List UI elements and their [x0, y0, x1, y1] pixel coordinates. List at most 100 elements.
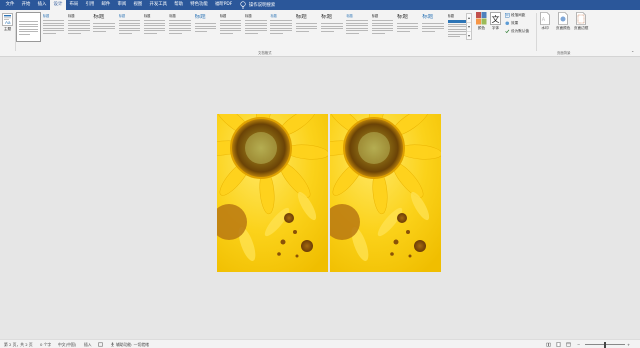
document-style-thumb[interactable]: 标题	[345, 12, 370, 42]
read-mode-icon[interactable]	[546, 342, 551, 347]
gallery-down-icon[interactable]: ▾	[467, 23, 471, 32]
tab-0[interactable]: 文件	[2, 0, 18, 10]
macro-record-icon[interactable]	[98, 342, 103, 347]
svg-text:Aa: Aa	[5, 20, 11, 25]
svg-text:文: 文	[492, 14, 500, 24]
fonts-button[interactable]: 文 字体	[490, 12, 501, 31]
style-thumb-preview	[245, 20, 267, 34]
page-borders-button[interactable]: 页面边框	[574, 12, 588, 31]
document-page-1[interactable]	[217, 114, 328, 272]
document-style-thumb[interactable]: 标题	[269, 12, 294, 42]
effects-button[interactable]: 效果	[505, 21, 518, 26]
document-style-thumb[interactable]: 标题	[142, 12, 167, 42]
document-style-thumb[interactable]: 标题	[244, 12, 269, 42]
separator	[536, 13, 537, 51]
style-thumb-title: 标题	[68, 14, 75, 18]
tab-7[interactable]: 审阅	[114, 0, 130, 10]
document-style-thumb[interactable]: 标题	[421, 12, 446, 42]
page-color-icon	[558, 12, 568, 25]
style-thumb-preview	[42, 20, 65, 34]
sunflower-image	[217, 114, 328, 272]
style-thumb-title: 标题	[93, 14, 105, 20]
document-style-thumb[interactable]: 标题	[41, 12, 66, 42]
style-thumb-preview	[68, 20, 90, 34]
tab-12[interactable]: 福昕PDF	[211, 0, 236, 10]
document-style-thumb[interactable]: 标题	[294, 12, 319, 42]
tab-5[interactable]: 引用	[82, 0, 98, 10]
tell-me-text: 操作说明搜索	[248, 3, 276, 8]
style-thumb-preview	[396, 23, 419, 32]
document-style-thumb[interactable]: 标题	[370, 12, 395, 42]
document-style-thumb[interactable]: 标题	[320, 12, 345, 42]
style-thumb-title: 标题	[245, 14, 252, 18]
style-thumb-title: 标题	[422, 14, 434, 20]
style-thumb-title: 标题	[321, 14, 333, 20]
watermark-icon: A	[540, 12, 550, 25]
style-thumb-title: 标题	[396, 14, 408, 20]
document-style-thumb[interactable]: 标题	[117, 12, 142, 42]
tab-4[interactable]: 布局	[66, 0, 82, 10]
tab-10[interactable]: 帮助	[171, 0, 187, 10]
document-style-thumb[interactable]: 标题	[168, 12, 193, 42]
gallery-scroll[interactable]: ▴ ▾ ▾	[466, 13, 472, 40]
set-default-label: 设为默认值	[511, 29, 529, 33]
style-thumb-title: 标题	[118, 14, 126, 18]
tab-11[interactable]: 特色功能	[187, 0, 212, 10]
paragraph-spacing-icon	[505, 13, 510, 18]
style-thumb-preview	[371, 20, 394, 34]
themes-button[interactable]: Aa 主题	[2, 13, 13, 32]
document-style-thumb[interactable]	[16, 12, 41, 42]
print-layout-icon[interactable]	[556, 342, 561, 347]
style-thumb-title: 标题	[270, 14, 277, 18]
style-thumb-preview	[422, 23, 444, 32]
document-style-thumb[interactable]: 标题	[218, 12, 243, 42]
collapse-ribbon-icon[interactable]: ⌃	[631, 50, 634, 55]
document-style-thumb[interactable]: 标题	[395, 12, 420, 42]
tell-me-search[interactable]: 操作说明搜索	[240, 1, 275, 9]
fonts-icon: 文	[490, 12, 501, 25]
tab-6[interactable]: 邮件	[98, 0, 114, 10]
watermark-button[interactable]: A 水印	[540, 12, 550, 31]
style-thumb-title: 标题	[42, 14, 50, 18]
page-borders-label: 页面边框	[574, 26, 589, 30]
page-count[interactable]: 第 2 页，共 2 页	[4, 342, 33, 348]
tab-3[interactable]: 设计	[49, 0, 66, 10]
tab-1[interactable]: 开始	[18, 0, 34, 10]
document-page-2[interactable]	[330, 114, 441, 272]
checkmark-icon	[505, 29, 510, 34]
document-style-thumb[interactable]: 标题	[67, 12, 92, 42]
page-bg-group-label: 页面背景	[557, 51, 571, 55]
word-count[interactable]: 0 个字	[40, 342, 51, 348]
tab-2[interactable]: 插入	[34, 0, 50, 10]
web-layout-icon[interactable]	[566, 342, 571, 347]
page-color-label: 页面颜色	[556, 26, 571, 30]
style-thumb-title	[19, 15, 39, 19]
zoom-out-icon[interactable]: −	[577, 342, 580, 347]
zoom-in-icon[interactable]: +	[627, 342, 630, 347]
effects-icon	[505, 21, 510, 26]
accessibility-status[interactable]: 辅助功能: 一切就绪	[116, 342, 149, 348]
document-style-thumb[interactable]: 标题	[92, 12, 117, 42]
set-default-button[interactable]: 设为默认值	[505, 29, 529, 34]
page-color-button[interactable]: 页面颜色	[556, 12, 570, 31]
style-thumb-preview	[118, 20, 141, 34]
document-style-thumb[interactable]: 标题	[193, 12, 218, 42]
tab-8[interactable]: 视图	[130, 0, 146, 10]
style-thumb-title: 标题	[346, 14, 353, 18]
gallery-more-icon[interactable]: ▾	[467, 32, 471, 41]
ribbon-design: Aa 主题 标题 标题 标题 标题 标题 标题 标题 标题 标题 标题 标题 标题 标题 标题 标题 标题 标题…	[0, 10, 640, 57]
tab-9[interactable]: 开发工具	[146, 0, 171, 10]
accessibility-icon[interactable]	[110, 342, 115, 347]
style-thumb-preview	[270, 20, 292, 34]
colors-label: 颜色	[477, 26, 486, 30]
sunflower-image	[330, 114, 441, 272]
style-thumb-preview	[295, 23, 318, 32]
language-indicator[interactable]: 中文(中国)	[58, 342, 76, 348]
colors-button[interactable]: 颜色	[476, 12, 487, 31]
zoom-slider-thumb[interactable]	[604, 341, 606, 348]
gallery-up-icon[interactable]: ▴	[467, 14, 471, 23]
insert-mode[interactable]: 插入	[84, 342, 92, 348]
style-thumb-preview	[346, 20, 368, 34]
paragraph-spacing-button[interactable]: 段落间距	[505, 13, 525, 18]
ribbon-tab-bar: 文件 开始 插入 设计 布局 引用 邮件 审阅 视图 开发工具 帮助 特色功能 福昕PDF 操作说明搜索	[0, 0, 640, 10]
